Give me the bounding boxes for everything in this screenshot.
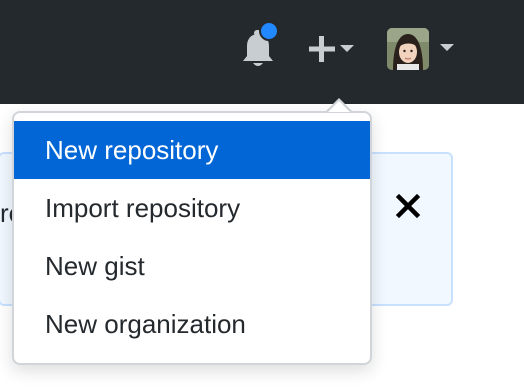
plus-icon (309, 36, 335, 62)
chevron-down-icon (340, 45, 354, 52)
user-menu-button[interactable] (385, 28, 457, 72)
menu-item-new-organization[interactable]: New organization (14, 295, 370, 353)
dropdown-caret-fill (328, 101, 350, 112)
menu-item-new-repository[interactable]: New repository (14, 121, 370, 179)
notification-indicator (259, 21, 279, 41)
menu-item-import-repository[interactable]: Import repository (14, 179, 370, 237)
create-new-dropdown: New repository Import repository New gis… (12, 111, 372, 365)
avatar (387, 28, 429, 70)
flash-close-button[interactable] (392, 190, 424, 222)
close-icon (395, 193, 421, 219)
top-header (0, 0, 524, 104)
create-menu-list: New repository Import repository New gis… (14, 121, 370, 353)
create-new-button[interactable] (305, 30, 361, 70)
chevron-down-icon (440, 44, 454, 51)
menu-item-new-gist[interactable]: New gist (14, 237, 370, 295)
